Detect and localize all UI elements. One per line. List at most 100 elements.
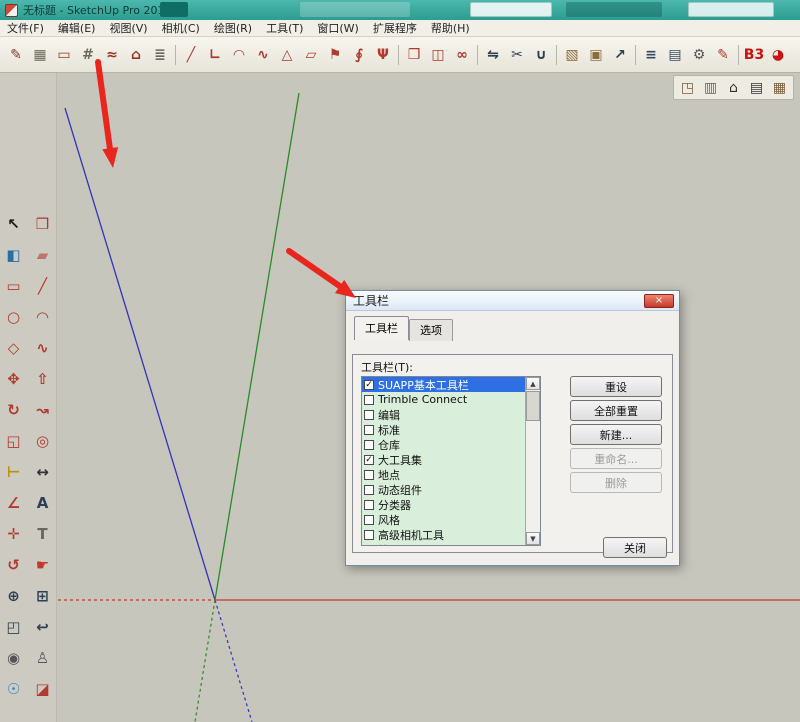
section-plane-tool-icon[interactable]: ◪	[31, 677, 55, 701]
select-tool-icon[interactable]: ↖	[2, 212, 26, 236]
link-tool-icon[interactable]: ∞	[450, 43, 474, 67]
document-icon[interactable]: ▤	[663, 43, 687, 67]
line-tool-icon[interactable]: ╱	[179, 43, 203, 67]
paint-bucket-tool-icon[interactable]: ◧	[2, 243, 26, 267]
toolbar-list-item[interactable]: 仓库	[362, 437, 525, 452]
red-target-icon[interactable]: ◕	[766, 43, 790, 67]
polygon-tool-icon[interactable]: ◇	[2, 336, 26, 360]
gear-icon[interactable]: ⚙	[687, 43, 711, 67]
push-pull-tool-icon[interactable]: ⇧	[31, 367, 55, 391]
dimension-tool-icon[interactable]: ↔	[31, 460, 55, 484]
toolbar-list-item[interactable]: 绘图	[362, 542, 525, 546]
offset-tool-icon[interactable]: ◎	[31, 429, 55, 453]
branch-tool-icon[interactable]: Ψ	[371, 43, 395, 67]
toolbar-list-item[interactable]: 风格	[362, 512, 525, 527]
toolbar-list-item[interactable]: 标准	[362, 422, 525, 437]
box-tool-icon[interactable]: ❒	[402, 43, 426, 67]
suapp-roof-icon[interactable]: ⌂	[124, 43, 148, 67]
zoom-window-tool-icon[interactable]: ⊞	[31, 584, 55, 608]
triangle-tool-icon[interactable]: △	[275, 43, 299, 67]
package-tool-icon[interactable]: ▣	[584, 43, 608, 67]
checkbox[interactable]	[364, 395, 374, 405]
menu-tools[interactable]: 工具(T)	[259, 19, 310, 37]
rectangle-tool-icon[interactable]: ▭	[2, 274, 26, 298]
toolbar-list-item[interactable]: ✓大工具集	[362, 452, 525, 467]
look-around-tool-icon[interactable]: ☉	[2, 677, 26, 701]
close-button[interactable]: 关闭	[603, 537, 667, 558]
scroll-down-icon[interactable]: ▼	[526, 532, 540, 545]
mirror-tool-icon[interactable]: ⇋	[481, 43, 505, 67]
model-info-icon[interactable]: ▦	[769, 77, 790, 98]
3d-text-tool-icon[interactable]: T	[31, 522, 55, 546]
tape-measure-tool-icon[interactable]: ⊢	[2, 460, 26, 484]
reset-button[interactable]: 重设	[570, 376, 662, 397]
suapp-wall-icon[interactable]: ▦	[28, 43, 52, 67]
make-component-tool-icon[interactable]: ❒	[31, 212, 55, 236]
menu-view[interactable]: 视图(V)	[102, 19, 154, 37]
tab-options[interactable]: 选项	[409, 319, 453, 341]
toolbar-list-item[interactable]: ✓SUAPP基本工具栏	[362, 377, 525, 392]
checkbox[interactable]: ✓	[364, 380, 374, 390]
circle-tool-icon[interactable]: ○	[2, 305, 26, 329]
checkbox[interactable]	[364, 485, 374, 495]
scale-tool-icon[interactable]: ◱	[2, 429, 26, 453]
menu-help[interactable]: 帮助(H)	[424, 19, 477, 37]
suapp-grid-icon[interactable]: #	[76, 43, 100, 67]
toolbar-list-item[interactable]: 高级相机工具	[362, 527, 525, 542]
dialog-title-bar[interactable]: 工具栏 ×	[346, 291, 679, 311]
previous-view-tool-icon[interactable]: ↩	[31, 615, 55, 639]
rotate-tool-icon[interactable]: ↻	[2, 398, 26, 422]
checkbox[interactable]	[364, 500, 374, 510]
checkbox[interactable]	[364, 425, 374, 435]
cut-tool-icon[interactable]: ✂	[505, 43, 529, 67]
rect-tool-icon[interactable]: ▱	[299, 43, 323, 67]
checkbox[interactable]	[364, 470, 374, 480]
arc-tool-icon[interactable]: ◠	[31, 305, 55, 329]
checkbox[interactable]	[364, 545, 374, 547]
menu-file[interactable]: 文件(F)	[0, 19, 51, 37]
follow-me-tool-icon[interactable]: ↝	[31, 398, 55, 422]
pan-tool-icon[interactable]: ☛	[31, 553, 55, 577]
workspace[interactable]: ↖❒◧▰▭╱○◠◇∿✥⇧↻↝◱◎⊢↔∠A✛T↺☛⊕⊞◰↩◉♙☉◪ ◳▥⌂▤▦ 工…	[0, 73, 800, 722]
eraser-tool-icon[interactable]: ▰	[31, 243, 55, 267]
bezier-tool-icon[interactable]: ∿	[251, 43, 275, 67]
suapp-stairs-icon[interactable]: ≣	[148, 43, 172, 67]
menu-draw[interactable]: 绘图(R)	[207, 19, 259, 37]
suapp-pencil-icon[interactable]: ✎	[4, 43, 28, 67]
toolbar-list-item[interactable]: Trimble Connect	[362, 392, 525, 407]
edit-pencil-icon[interactable]: ✎	[711, 43, 735, 67]
arrow-up-icon[interactable]: ↗	[608, 43, 632, 67]
walk-tool-icon[interactable]: ♙	[31, 646, 55, 670]
suapp-rect-icon[interactable]: ▭	[52, 43, 76, 67]
new-button[interactable]: 新建...	[570, 424, 662, 445]
arc-tool-icon[interactable]: ◠	[227, 43, 251, 67]
door-tool-icon[interactable]: ◫	[426, 43, 450, 67]
checkbox[interactable]: ✓	[364, 455, 374, 465]
checkbox[interactable]	[364, 530, 374, 540]
protractor-tool-icon[interactable]: ∠	[2, 491, 26, 515]
close-icon[interactable]: ×	[644, 294, 674, 308]
zoom-extents-tool-icon[interactable]: ◰	[2, 615, 26, 639]
zoom-tool-icon[interactable]: ⊕	[2, 584, 26, 608]
checkbox[interactable]	[364, 515, 374, 525]
menu-camera[interactable]: 相机(C)	[155, 19, 207, 37]
position-camera-tool-icon[interactable]: ◉	[2, 646, 26, 670]
print-icon[interactable]: ▤	[746, 77, 767, 98]
suapp-wave-icon[interactable]: ≈	[100, 43, 124, 67]
menu-window[interactable]: 窗口(W)	[310, 19, 365, 37]
text-tool-icon[interactable]: A	[31, 491, 55, 515]
toolbar-list-item[interactable]: 编辑	[362, 407, 525, 422]
weld-tool-icon[interactable]: ∪	[529, 43, 553, 67]
angle-tool-icon[interactable]: ∟	[203, 43, 227, 67]
checkbox[interactable]	[364, 440, 374, 450]
toolbar-list-item[interactable]: 地点	[362, 467, 525, 482]
toolbar-list-item[interactable]: 动态组件	[362, 482, 525, 497]
reset-all-button[interactable]: 全部重置	[570, 400, 662, 421]
home-icon[interactable]: ⌂	[723, 77, 744, 98]
freehand-tool-icon[interactable]: ∿	[31, 336, 55, 360]
move-tool-icon[interactable]: ✥	[2, 367, 26, 391]
menu-extensions[interactable]: 扩展程序	[366, 19, 424, 37]
materials-icon[interactable]: ▥	[700, 77, 721, 98]
flag-tool-icon[interactable]: ⚑	[323, 43, 347, 67]
menu-edit[interactable]: 编辑(E)	[51, 19, 103, 37]
